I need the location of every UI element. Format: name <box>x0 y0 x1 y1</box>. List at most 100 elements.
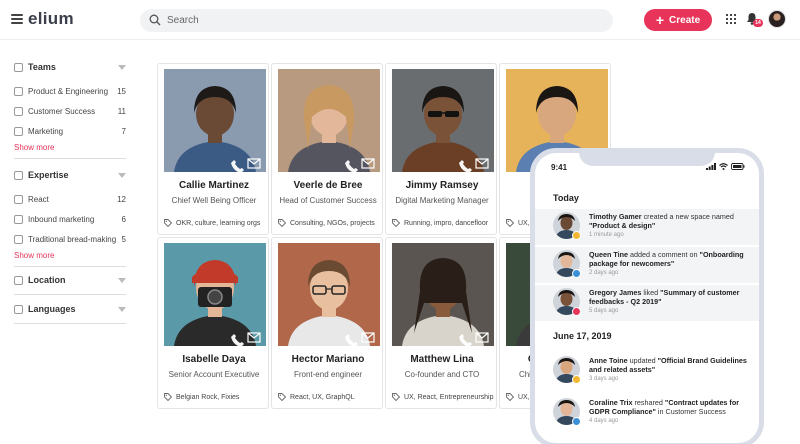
checkbox[interactable] <box>14 234 23 244</box>
phone-mockup: 9:41 Today Timothy Gamer created a new s… <box>530 148 764 444</box>
checkbox[interactable] <box>14 62 23 72</box>
tag-icon <box>164 219 172 227</box>
filter-item[interactable]: React 12 <box>14 189 126 209</box>
checkbox[interactable] <box>14 126 23 136</box>
filter-item-count: 12 <box>117 194 126 204</box>
filter-item-label: Inbound marketing <box>28 214 95 224</box>
divider <box>14 323 126 324</box>
person-name[interactable]: Veerle de Bree <box>272 180 382 191</box>
checkbox[interactable] <box>14 214 23 224</box>
person-card[interactable]: Isabelle Daya Senior Account Executive B… <box>157 237 269 409</box>
person-card[interactable]: Jimmy Ramsey Digital Marketing Manager R… <box>385 63 497 235</box>
photo-frame[interactable] <box>164 69 266 172</box>
checkbox[interactable] <box>14 106 23 116</box>
checkbox[interactable] <box>14 86 23 96</box>
tag-icon <box>278 219 286 227</box>
person-tags: Running, impro, dancefloor <box>392 219 496 227</box>
photo-frame[interactable] <box>278 69 380 172</box>
notification-actor[interactable]: Timothy Gamer <box>589 212 642 221</box>
app-logo[interactable]: elium <box>28 9 74 29</box>
checkbox[interactable] <box>14 194 23 204</box>
filters-sidebar: Teams Product & Engineering 15 Customer S… <box>0 40 140 444</box>
checkbox[interactable] <box>14 170 23 180</box>
filter-item[interactable]: Traditional bread-making 5 <box>14 229 126 249</box>
show-more-link[interactable]: Show more <box>14 141 126 155</box>
chevron-down-icon[interactable] <box>118 306 126 312</box>
filter-teams-header[interactable]: Teams <box>14 60 126 74</box>
activity-badge-icon <box>572 231 581 240</box>
top-bar: elium + Create 14 <box>0 0 800 40</box>
chevron-down-icon[interactable] <box>118 64 126 70</box>
notification-actor[interactable]: Queen Tine <box>589 250 628 259</box>
person-name[interactable]: Hector Mariano <box>272 354 382 365</box>
person-name[interactable]: Isabelle Daya <box>158 354 268 365</box>
photo-frame[interactable] <box>164 243 266 346</box>
person-tags: React, UX, GraphQL <box>278 393 382 401</box>
profile-photo <box>392 243 494 346</box>
checkbox[interactable] <box>14 275 23 285</box>
filter-languages-header[interactable]: Languages <box>14 302 126 316</box>
notification-item[interactable]: Timothy Gamer created a new space named … <box>535 209 759 245</box>
phone-notch <box>579 153 715 166</box>
notification-actor[interactable]: Gregory James <box>589 288 641 297</box>
notification-actor[interactable]: Anne Toine <box>589 356 628 365</box>
profile-photo <box>164 243 266 346</box>
filter-location-header[interactable]: Location <box>14 273 126 287</box>
notification-object[interactable]: "Product & design" <box>589 221 655 230</box>
notification-text: Coraline Trix reshared "Contract updates… <box>589 398 753 426</box>
tag-icon <box>392 219 400 227</box>
person-role: Co-founder and CTO <box>404 370 480 379</box>
filter-title: Expertise <box>28 170 69 180</box>
search-bar[interactable] <box>140 9 613 32</box>
photo-frame[interactable] <box>278 243 380 346</box>
notification-item[interactable]: Gregory James liked "Summary of customer… <box>535 285 759 321</box>
person-name[interactable]: Matthew Lina <box>386 354 496 365</box>
tag-icon <box>506 219 514 227</box>
filter-item[interactable]: Product & Engineering 15 <box>14 81 126 101</box>
menu-icon[interactable] <box>11 14 23 24</box>
photo-frame[interactable] <box>392 69 494 172</box>
chevron-down-icon[interactable] <box>118 277 126 283</box>
tags-text: React, UX, GraphQL <box>290 393 355 401</box>
person-role: Head of Customer Success <box>279 196 377 205</box>
notification-actor[interactable]: Coraline Trix <box>589 398 633 407</box>
person-card[interactable]: Veerle de Bree Head of Customer Success … <box>271 63 383 235</box>
notification-item[interactable]: Queen Tine added a comment on "Onboardin… <box>535 247 759 283</box>
section-today: Today <box>553 193 579 203</box>
checkbox[interactable] <box>14 304 23 314</box>
filter-teams: Teams Product & Engineering 15 Customer S… <box>14 60 126 155</box>
notification-item[interactable]: Anne Toine updated "Official Brand Guide… <box>535 353 759 389</box>
notification-item[interactable]: Coraline Trix reshared "Contract updates… <box>535 395 759 431</box>
person-name[interactable]: Callie Martinez <box>158 180 268 191</box>
tag-icon <box>164 393 172 401</box>
person-name[interactable]: Jimmy Ramsey <box>386 180 496 191</box>
filter-expertise: Expertise React 12 Inbound marketing 6 Tra… <box>14 168 126 263</box>
tags-text: Belgian Rock, Fixies <box>176 393 240 401</box>
photo-frame[interactable] <box>392 243 494 346</box>
notification-action: updated <box>627 356 658 365</box>
user-avatar[interactable] <box>768 10 786 28</box>
activity-badge-icon <box>572 307 581 316</box>
notification-badge: 14 <box>753 19 763 27</box>
filter-item[interactable]: Customer Success 11 <box>14 101 126 121</box>
divider <box>14 266 126 267</box>
show-more-link[interactable]: Show more <box>14 249 126 263</box>
create-button[interactable]: + Create <box>644 9 712 31</box>
filter-item-label: Customer Success <box>28 106 96 116</box>
notification-text: Timothy Gamer created a new space named … <box>589 212 753 240</box>
tag-icon <box>278 393 286 401</box>
person-tags: Belgian Rock, Fixies <box>164 393 268 401</box>
tag-icon <box>506 393 514 401</box>
person-card[interactable]: Callie Martinez Chief Well Being Officer… <box>157 63 269 235</box>
person-card[interactable]: Matthew Lina Co-founder and CTO UX, Reac… <box>385 237 497 409</box>
chevron-down-icon[interactable] <box>118 172 126 178</box>
filter-item[interactable]: Marketing 7 <box>14 121 126 141</box>
person-card[interactable]: Hector Mariano Front-end engineer React,… <box>271 237 383 409</box>
filter-item-count: 6 <box>121 214 126 224</box>
filter-title: Teams <box>28 62 56 72</box>
filter-item[interactable]: Inbound marketing 6 <box>14 209 126 229</box>
filter-expertise-header[interactable]: Expertise <box>14 168 126 182</box>
search-input[interactable] <box>167 12 587 29</box>
filter-title: Location <box>28 275 66 285</box>
apps-grid-icon[interactable] <box>726 14 736 24</box>
